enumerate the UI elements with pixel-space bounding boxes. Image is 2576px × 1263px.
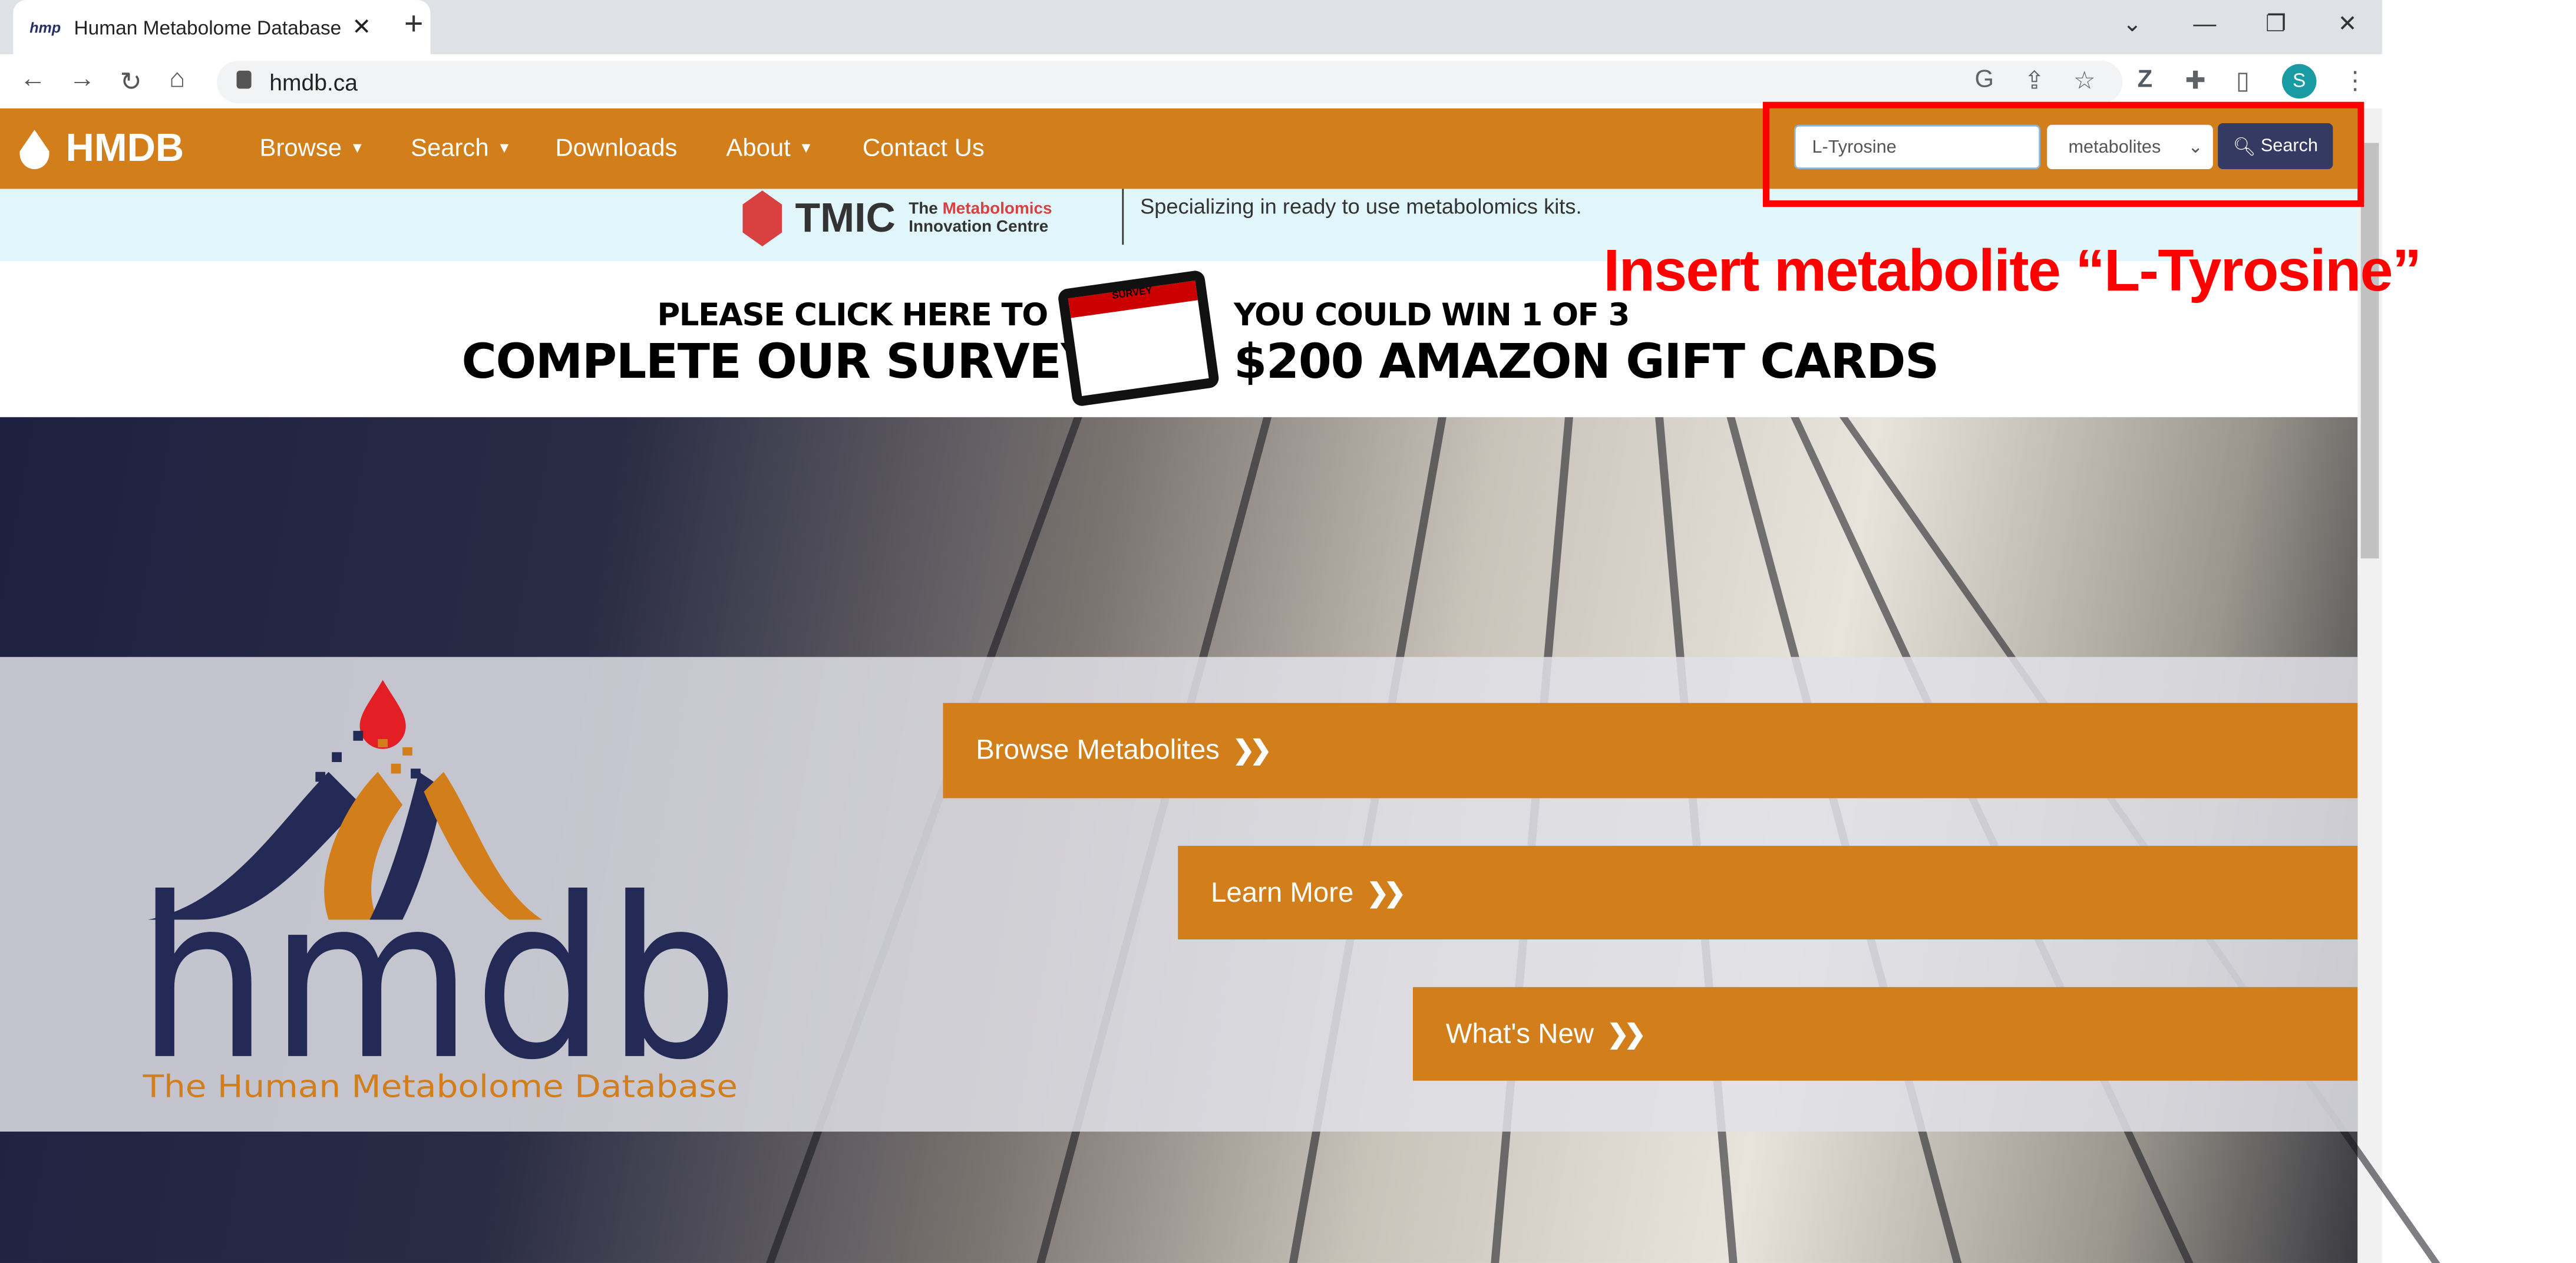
close-tab-icon[interactable]: ✕: [352, 13, 371, 41]
tmic-metabolomics: Metabolomics: [942, 200, 1052, 219]
blood-drop-icon: [359, 680, 406, 749]
back-icon[interactable]: ←: [19, 65, 46, 95]
new-tab-icon[interactable]: +: [404, 6, 424, 44]
hexagon-icon: [742, 190, 782, 247]
avatar[interactable]: S: [2281, 64, 2317, 99]
minimize-icon[interactable]: —: [2193, 10, 2216, 37]
nav-about[interactable]: About ▼: [726, 135, 813, 163]
tab-title: Human Metabolome Database: [74, 15, 342, 39]
whats-new-button[interactable]: What's New ❯❯: [1412, 987, 2358, 1081]
tmic-acronym: TMIC: [795, 194, 896, 241]
logo-subtitle: The Human Metabolome Database: [142, 1069, 737, 1105]
double-chevron-right-icon: ❯❯: [1607, 1020, 1646, 1049]
survey-tablet-icon: SURVEY: [1057, 269, 1220, 407]
tmic-tagline: Specializing in ready to use metabolomic…: [1140, 193, 1582, 219]
url-text: hmdb.ca: [269, 69, 358, 95]
button-label: Browse Metabolites: [976, 734, 1220, 766]
brand-text: HMDB: [65, 126, 184, 171]
restore-icon[interactable]: ❐: [2265, 10, 2286, 38]
nav-contact[interactable]: Contact Us: [863, 135, 985, 163]
nav-label: Search: [411, 134, 489, 163]
nav-search[interactable]: Search ▼: [411, 135, 511, 163]
hmdb-home-link[interactable]: HMDB: [19, 127, 184, 173]
nav-label: Browse: [259, 134, 342, 163]
browse-metabolites-button[interactable]: Browse Metabolites ❯❯: [943, 703, 2358, 799]
share-icon[interactable]: ⇪: [2024, 65, 2045, 95]
tmic-the: The: [909, 200, 938, 219]
tablet-label: SURVEY: [1068, 281, 1198, 318]
forward-icon[interactable]: →: [69, 65, 95, 95]
divider: [1122, 189, 1124, 245]
star-icon[interactable]: ☆: [2073, 65, 2096, 95]
nav-label: Contact Us: [862, 134, 985, 163]
side-panel-icon[interactable]: ▯: [2236, 65, 2250, 95]
survey-left-line1: PLEASE CLICK HERE TO: [657, 297, 1048, 334]
droplet-icon: [19, 130, 49, 170]
close-window-icon[interactable]: ✕: [2338, 10, 2357, 38]
double-chevron-right-icon: ❯❯: [1233, 737, 1272, 766]
double-chevron-right-icon: ❯❯: [1366, 879, 1406, 908]
nav-label: Downloads: [555, 134, 678, 163]
translate-icon[interactable]: G: [1975, 65, 1994, 93]
survey-right-line2: $200 AMAZON GIFT CARDS: [1234, 333, 1939, 390]
z-extension-icon[interactable]: Z: [2138, 65, 2153, 93]
puzzle-icon[interactable]: ✚: [2185, 65, 2205, 95]
annotation-highlight-box: [1762, 101, 2364, 207]
nav-downloads[interactable]: Downloads: [555, 135, 677, 163]
address-bar[interactable]: hmdb.ca: [217, 61, 2123, 104]
caret-down-icon: ▼: [497, 139, 512, 156]
annotation-instruction: Insert metabolite “L-Tyrosine”: [1603, 236, 2422, 304]
button-label: What's New: [1445, 1017, 1594, 1049]
lock-icon: [236, 70, 252, 89]
caret-down-icon: ▼: [349, 139, 365, 156]
tmic-innovation-centre: Innovation Centre: [909, 218, 1049, 237]
reload-icon[interactable]: ↻: [120, 65, 142, 98]
home-icon[interactable]: ⌂: [169, 65, 185, 95]
survey-left-line2: COMPLETE OUR SURVEY: [461, 333, 1095, 390]
more-icon[interactable]: ⋮: [2343, 65, 2367, 95]
button-label: Learn More: [1210, 876, 1354, 908]
tab-search-icon[interactable]: ⌄: [2122, 10, 2142, 38]
learn-more-button[interactable]: Learn More ❯❯: [1178, 846, 2358, 939]
tmic-fullname: The Metabolomics Innovation Centre: [909, 200, 1052, 236]
caret-down-icon: ▼: [798, 139, 814, 156]
nav-label: About: [726, 134, 791, 163]
browser-tab[interactable]: hmp Human Metabolome Database ✕: [13, 0, 431, 54]
favicon: hmp: [29, 19, 61, 35]
hmdb-logo: hmdb The Human Metabolome Database: [136, 680, 739, 1109]
survey-right-line1: YOU COULD WIN 1 OF 3: [1234, 297, 1630, 334]
nav-browse[interactable]: Browse ▼: [260, 135, 365, 163]
tmic-logo: TMIC The Metabolomics Innovation Centre: [742, 190, 1052, 247]
